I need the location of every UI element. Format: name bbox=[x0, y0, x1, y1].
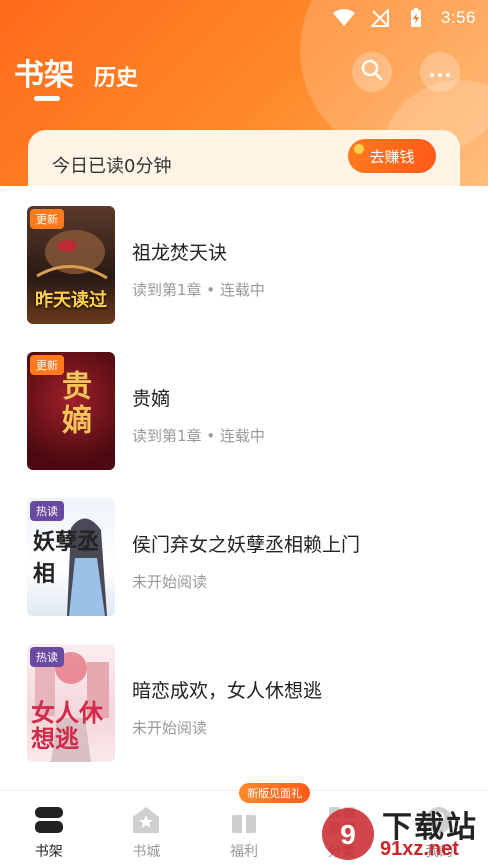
cover-title: 妖孽丞相 bbox=[33, 529, 100, 587]
gift-icon bbox=[229, 805, 259, 835]
tab-label: 书架 bbox=[14, 58, 74, 93]
book-cover: 更新 昨天读过 bbox=[27, 206, 115, 324]
search-button[interactable] bbox=[352, 52, 392, 92]
bottom-nav: 书架 书城 新版见面礼 福利 分类 我的 bbox=[0, 783, 488, 867]
status-time: 3:56 bbox=[440, 8, 476, 27]
hot-badge: 热读 bbox=[30, 501, 64, 521]
book-info: 贵嫡 读到第1章 • 连载中 bbox=[132, 384, 265, 446]
search-icon bbox=[361, 59, 383, 85]
bookshelf-icon bbox=[34, 805, 64, 835]
book-item[interactable]: 热读 女人休想逃 暗恋成欢，女人休想逃 未开始阅读 bbox=[0, 624, 488, 770]
book-item[interactable]: 更新 昨天读过 祖龙焚天诀 读到第1章 • 连载中 bbox=[0, 186, 488, 332]
book-cover: 热读 妖孽丞相 bbox=[27, 498, 115, 616]
nav-label: 书架 bbox=[34, 844, 63, 860]
book-info: 祖龙焚天诀 读到第1章 • 连载中 bbox=[132, 238, 265, 300]
reading-time-banner: 今日已读0分钟 去赚钱 bbox=[28, 130, 460, 186]
tab-history[interactable]: 历史 bbox=[94, 60, 138, 92]
nav-label: 我的 bbox=[425, 844, 454, 860]
tab-bookshelf[interactable]: 书架 bbox=[14, 50, 74, 101]
nav-label: 福利 bbox=[229, 844, 258, 860]
book-progress: 未开始阅读 bbox=[132, 573, 208, 591]
cover-title: 贵嫡 bbox=[56, 370, 91, 438]
earn-money-label: 去赚钱 bbox=[369, 147, 415, 166]
book-title: 暗恋成欢，女人休想逃 bbox=[132, 680, 323, 702]
top-tabs: 书架 历史 bbox=[14, 50, 138, 101]
category-icon bbox=[327, 805, 357, 835]
status-bar: 3:56 bbox=[0, 0, 488, 36]
nav-label: 书城 bbox=[132, 844, 161, 860]
coin-icon bbox=[354, 144, 364, 154]
book-progress: 读到第1章 • 连载中 bbox=[132, 427, 265, 445]
tab-label: 历史 bbox=[94, 66, 139, 91]
book-cover: 热读 女人休想逃 bbox=[27, 644, 115, 762]
update-badge: 更新 bbox=[30, 209, 64, 229]
header: 3:56 书架 历史 今日已读0分钟 去赚钱 bbox=[0, 0, 488, 186]
book-title: 贵嫡 bbox=[132, 388, 171, 410]
tab-active-indicator bbox=[34, 96, 60, 101]
nav-welfare[interactable]: 新版见面礼 福利 bbox=[195, 783, 311, 867]
book-item[interactable]: 更新 贵嫡 贵嫡 读到第1章 • 连载中 bbox=[0, 332, 488, 478]
nav-label: 分类 bbox=[327, 844, 356, 860]
cover-caption: 昨天读过 bbox=[35, 290, 107, 311]
more-icon bbox=[429, 63, 451, 82]
book-title: 祖龙焚天诀 bbox=[132, 242, 228, 264]
book-info: 暗恋成欢，女人休想逃 未开始阅读 bbox=[132, 676, 322, 738]
battery-charging-icon bbox=[405, 8, 427, 27]
earn-money-button[interactable]: 去赚钱 bbox=[348, 139, 436, 173]
nav-profile[interactable]: 我的 bbox=[390, 791, 488, 867]
hot-badge: 热读 bbox=[30, 647, 64, 667]
cover-title: 女人休想逃 bbox=[31, 698, 103, 753]
book-progress: 读到第1章 • 连载中 bbox=[132, 281, 265, 299]
nav-bookstore[interactable]: 书城 bbox=[98, 791, 196, 867]
book-progress: 未开始阅读 bbox=[132, 719, 208, 737]
profile-icon bbox=[424, 805, 454, 835]
book-info: 侯门弃女之妖孽丞相赖上门 未开始阅读 bbox=[132, 530, 360, 592]
bookstore-icon bbox=[131, 805, 161, 835]
more-button[interactable] bbox=[420, 52, 460, 92]
nav-bookshelf[interactable]: 书架 bbox=[0, 791, 98, 867]
book-item[interactable]: 热读 妖孽丞相 侯门弃女之妖孽丞相赖上门 未开始阅读 bbox=[0, 478, 488, 624]
no-signal-icon bbox=[369, 9, 391, 27]
wifi-icon bbox=[332, 9, 355, 27]
book-title: 侯门弃女之妖孽丞相赖上门 bbox=[132, 534, 361, 556]
book-cover: 更新 贵嫡 bbox=[27, 352, 115, 470]
reading-time-text: 今日已读0分钟 bbox=[52, 156, 172, 177]
nav-category[interactable]: 分类 bbox=[293, 791, 391, 867]
